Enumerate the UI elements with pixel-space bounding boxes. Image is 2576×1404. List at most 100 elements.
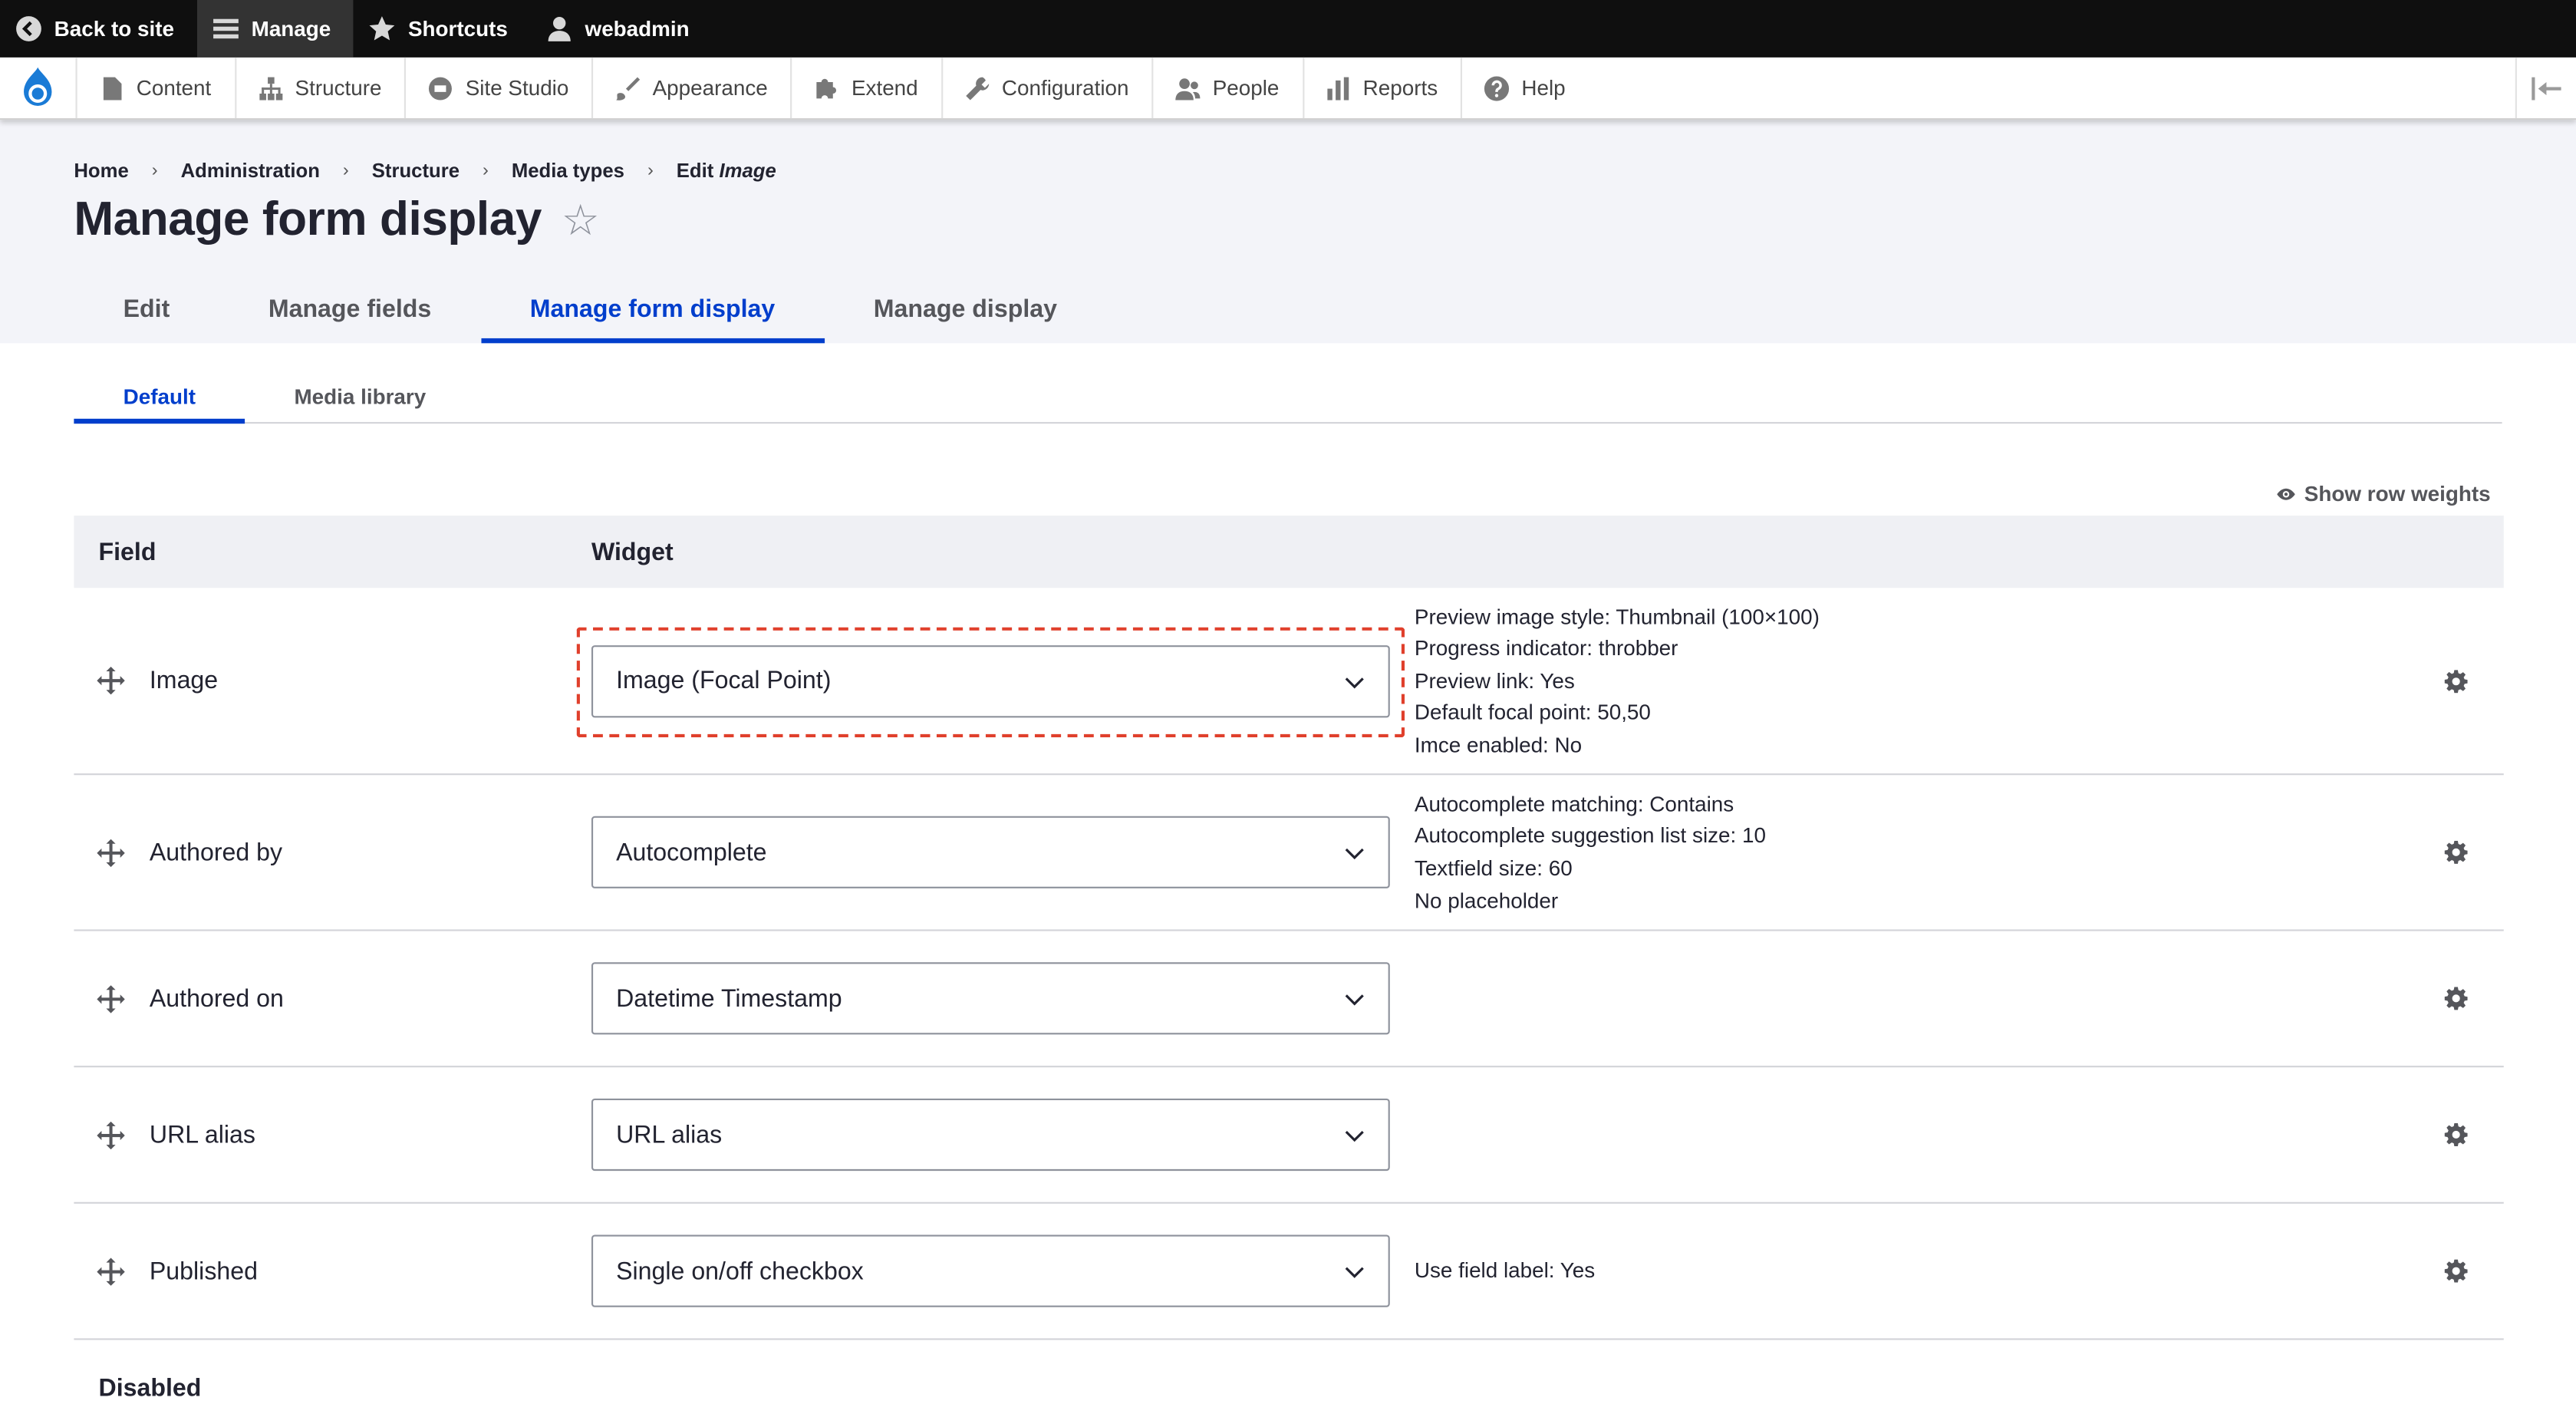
menu-appearance[interactable]: Appearance: [591, 57, 790, 119]
breadcrumb-separator: ›: [647, 160, 654, 181]
tab-manage-display[interactable]: Manage display: [825, 274, 1107, 343]
table-row: Image Image (Focal Point) Preview image …: [74, 588, 2504, 776]
menu-reports[interactable]: Reports: [1302, 57, 1461, 119]
widget-select[interactable]: URL alias: [591, 1098, 1390, 1172]
gear-icon[interactable]: [2444, 1259, 2468, 1283]
menu-help-label: Help: [1521, 75, 1566, 101]
page-title: Manage form display: [74, 193, 542, 247]
user-tab[interactable]: webadmin: [531, 0, 713, 58]
collapse-icon: [2532, 76, 2561, 100]
tab-media-library[interactable]: Media library: [245, 371, 475, 422]
disabled-section-heading: Disabled: [98, 1374, 202, 1402]
drag-handle-icon[interactable]: [97, 1257, 125, 1285]
summary-line: Imce enabled: No: [1414, 732, 1583, 757]
widget-select[interactable]: Image (Focal Point): [591, 644, 1390, 717]
widget-select-value: Autocomplete: [616, 838, 767, 867]
column-header-field: Field: [98, 537, 156, 566]
summary-line: Preview link: Yes: [1414, 667, 1575, 693]
tab-default[interactable]: Default: [74, 371, 245, 424]
table-row: Authored by Autocomplete Autocomplete ma…: [74, 775, 2504, 931]
chevron-down-icon: [1345, 994, 1364, 1006]
chevron-down-icon: [1345, 1267, 1364, 1278]
user-icon: [548, 16, 571, 41]
back-to-site-label: Back to site: [54, 16, 174, 41]
gear-icon[interactable]: [2444, 669, 2468, 693]
back-arrow-icon: [16, 16, 41, 41]
table-row: Published Single on/off checkbox Use fie…: [74, 1204, 2504, 1340]
tab-manage-fields[interactable]: Manage fields: [219, 274, 481, 343]
breadcrumb-edit-image[interactable]: Edit Image: [677, 160, 776, 183]
sitemap-icon: [259, 76, 282, 100]
shortcuts-tab[interactable]: Shortcuts: [354, 0, 531, 58]
chevron-down-icon: [1345, 677, 1364, 688]
table-row: Authored on Datetime Timestamp: [74, 931, 2504, 1068]
column-header-widget: Widget: [591, 537, 674, 566]
drag-handle-icon[interactable]: [97, 838, 125, 867]
menu-people[interactable]: People: [1151, 57, 1302, 119]
menu-extend[interactable]: Extend: [790, 57, 941, 119]
gear-icon[interactable]: [2444, 1122, 2468, 1147]
summary-line: Default focal point: 50,50: [1414, 700, 1651, 725]
widget-select-value: URL alias: [616, 1120, 723, 1149]
secondary-tabs: Default Media library: [74, 371, 2502, 424]
menu-site-studio[interactable]: Site Studio: [404, 57, 591, 119]
back-to-site-link[interactable]: Back to site: [0, 0, 197, 58]
breadcrumb-administration[interactable]: Administration: [181, 160, 320, 183]
summary-line: Autocomplete matching: Contains: [1414, 791, 1734, 816]
menu-content-label: Content: [136, 75, 212, 101]
menu-content[interactable]: Content: [75, 57, 235, 119]
breadcrumb-home[interactable]: Home: [74, 160, 128, 183]
summary-line: Progress indicator: throbber: [1414, 635, 1678, 661]
show-row-weights-label: Show row weights: [2304, 481, 2491, 506]
menu-help[interactable]: Help: [1461, 57, 1589, 119]
tab-manage-form-display[interactable]: Manage form display: [480, 274, 825, 344]
field-label: Authored by: [149, 838, 283, 867]
breadcrumb-separator: ›: [151, 160, 158, 181]
drag-handle-icon[interactable]: [97, 984, 125, 1013]
menu-configuration[interactable]: Configuration: [940, 57, 1152, 119]
breadcrumb-edit-prefix: Edit: [676, 159, 714, 183]
manage-tab[interactable]: Manage: [196, 0, 354, 58]
shortcuts-label: Shortcuts: [407, 16, 508, 41]
menu-extend-label: Extend: [851, 75, 918, 101]
menu-site-studio-label: Site Studio: [465, 75, 569, 101]
hamburger-icon: [213, 18, 239, 39]
admin-toolbar: Back to site Manage Shortcuts webadmin: [0, 0, 2576, 58]
people-icon: [1175, 77, 1201, 100]
drag-handle-icon[interactable]: [97, 666, 125, 695]
menu-structure[interactable]: Structure: [234, 57, 404, 119]
summary-line: Textfield size: 60: [1414, 855, 1573, 881]
table-header: Field Widget: [74, 516, 2504, 588]
breadcrumb-separator: ›: [342, 160, 349, 181]
summary-line: No placeholder: [1414, 888, 1559, 913]
widget-select-value: Datetime Timestamp: [616, 984, 842, 1013]
widget-summary: Autocomplete matching: Contains Autocomp…: [1415, 788, 1766, 917]
breadcrumb-media-types[interactable]: Media types: [512, 160, 624, 183]
breadcrumb: Home › Administration › Structure › Medi…: [74, 160, 776, 183]
drupal-logo-icon[interactable]: [0, 58, 76, 118]
widget-select[interactable]: Datetime Timestamp: [591, 962, 1390, 1035]
widget-select[interactable]: Autocomplete: [591, 816, 1390, 888]
manage-label: Manage: [251, 16, 331, 41]
primary-tabs: Edit Manage fields Manage form display M…: [74, 274, 1107, 344]
breadcrumb-structure[interactable]: Structure: [372, 160, 460, 183]
toolbar-orientation-toggle[interactable]: [2515, 57, 2576, 119]
widget-summary: Use field label: Yes: [1415, 1255, 1595, 1287]
page-header: Home › Administration › Structure › Medi…: [0, 120, 2576, 344]
show-row-weights-button[interactable]: Show row weights: [2276, 481, 2491, 506]
field-label: Published: [149, 1257, 258, 1285]
widget-select[interactable]: Single on/off checkbox: [591, 1234, 1390, 1307]
shortcut-star-icon[interactable]: ☆: [562, 196, 600, 246]
wrench-icon: [965, 76, 989, 100]
field-label: URL alias: [149, 1120, 255, 1149]
star-icon: [370, 16, 396, 41]
puzzle-icon: [817, 77, 837, 98]
tab-edit[interactable]: Edit: [74, 274, 219, 343]
menu-configuration-label: Configuration: [1001, 75, 1129, 101]
drag-handle-icon[interactable]: [97, 1120, 125, 1149]
menu-structure-label: Structure: [295, 75, 382, 101]
field-display-table: Field Widget Image Image (Focal Point) P…: [74, 516, 2504, 1340]
gear-icon[interactable]: [2444, 987, 2468, 1010]
breadcrumb-separator: ›: [482, 160, 489, 181]
gear-icon[interactable]: [2444, 840, 2468, 865]
